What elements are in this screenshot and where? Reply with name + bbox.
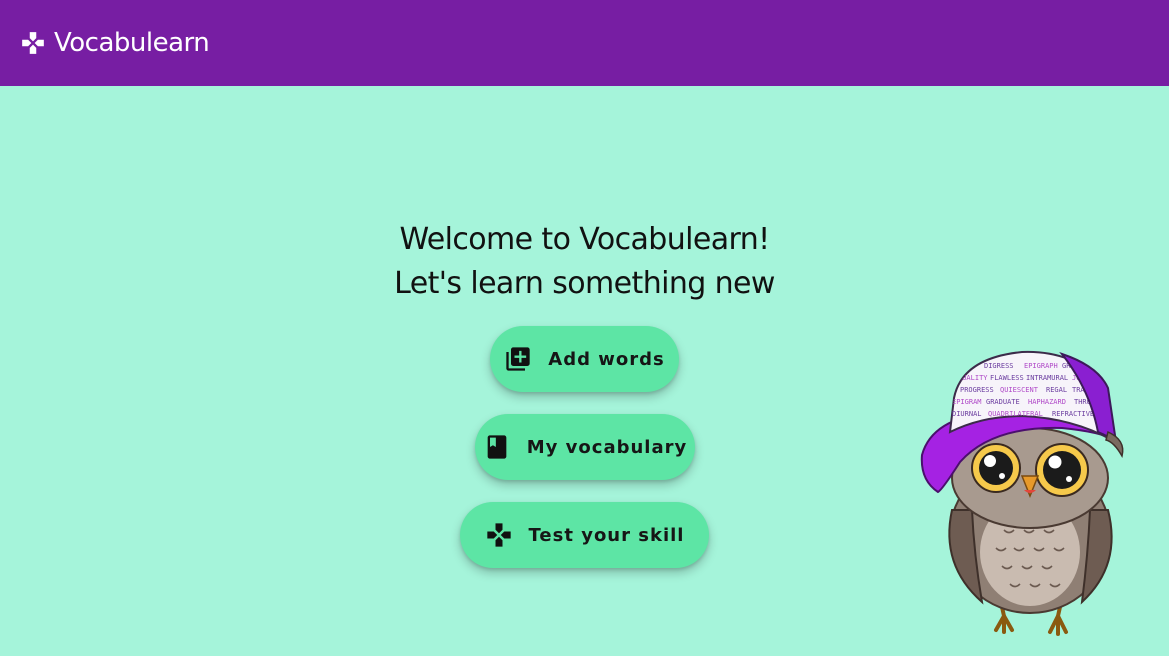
welcome-message: Welcome to Vocabulearn! Let's learn some… (0, 218, 1169, 306)
svg-text:INTRAMURAL: INTRAMURAL (1026, 374, 1068, 382)
welcome-subheading: Let's learn something new (394, 266, 775, 301)
svg-text:REGAL: REGAL (1046, 386, 1067, 394)
welcome-heading: Welcome to Vocabulearn! (399, 222, 770, 257)
svg-text:DIURNAL: DIURNAL (952, 410, 982, 418)
svg-text:QUIESCENT: QUIESCENT (1000, 386, 1039, 394)
add-words-button[interactable]: Add words (490, 326, 679, 392)
svg-text:GRADUATE: GRADUATE (986, 398, 1020, 406)
svg-text:REFRACTIVE: REFRACTIVE (1052, 410, 1094, 418)
svg-text:HAPHAZARD: HAPHAZARD (1028, 398, 1066, 406)
svg-text:FLAWLESS: FLAWLESS (990, 374, 1024, 382)
svg-text:EPIGRAPH: EPIGRAPH (1024, 362, 1058, 370)
book-icon (483, 433, 511, 461)
test-your-skill-label: Test your skill (528, 524, 685, 546)
add-words-label: Add words (548, 348, 665, 370)
library-add-icon (504, 345, 532, 373)
svg-text:DIGRESS: DIGRESS (984, 362, 1014, 370)
my-vocabulary-label: My vocabulary (526, 436, 688, 458)
svg-text:EPIGRAM: EPIGRAM (952, 398, 982, 406)
gamepad-cross-icon (20, 30, 46, 56)
test-your-skill-button[interactable]: Test your skill (460, 502, 709, 568)
app-bar: Vocabulearn (0, 0, 1169, 86)
gamepad-cross-icon (485, 521, 513, 549)
owl-mascot: DIGRESS EPIGRAPH GRATIS QUALITY FLAWLESS… (912, 340, 1132, 640)
app-title: Vocabulearn (54, 28, 210, 58)
my-vocabulary-button[interactable]: My vocabulary (475, 414, 695, 480)
svg-text:PROGRESS: PROGRESS (960, 386, 994, 394)
